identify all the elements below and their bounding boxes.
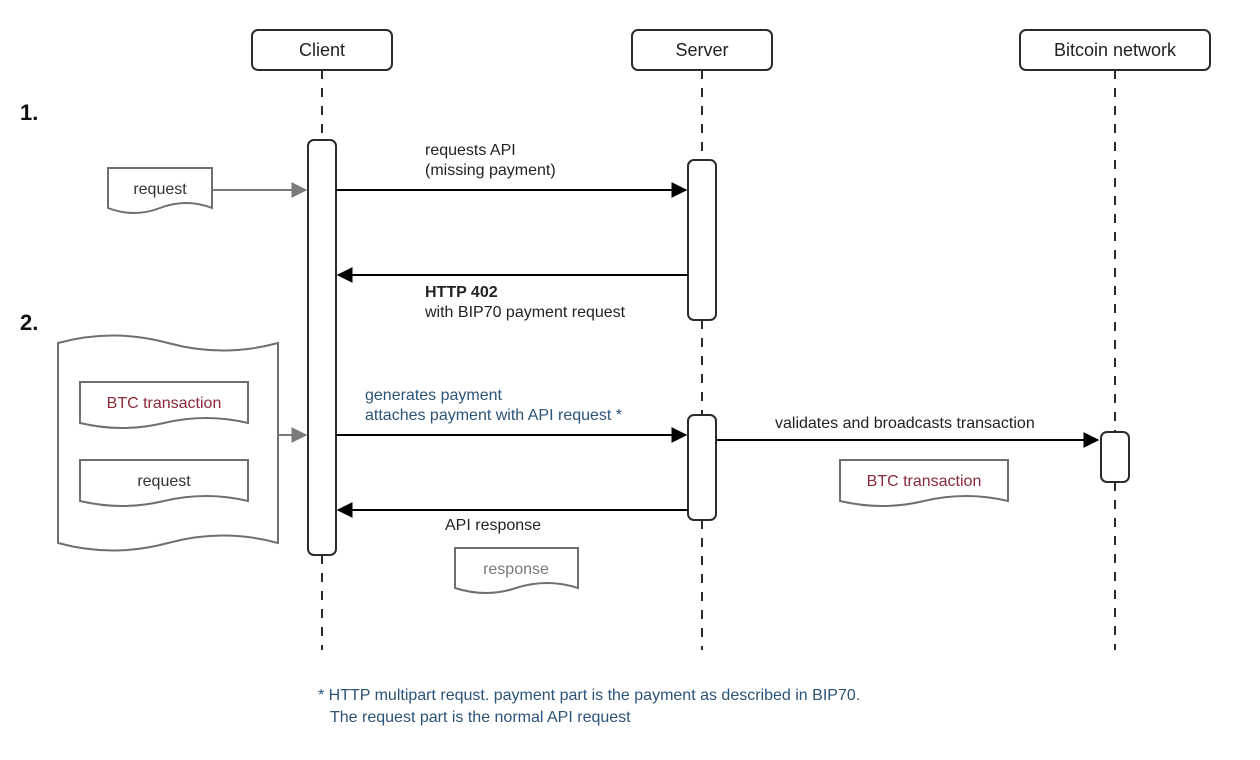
note-btc-tx-server: BTC transaction — [840, 460, 1008, 506]
msg-1-line2: (missing payment) — [425, 162, 556, 179]
note-request-1: request — [108, 168, 212, 213]
msg-5-label: validates and broadcasts transaction — [775, 415, 1035, 432]
note-step2-wrapper: BTC transaction request — [58, 336, 278, 551]
note-response: response — [455, 548, 578, 593]
participant-server: Server — [632, 30, 772, 160]
step-2-label: 2. — [20, 310, 38, 335]
msg-4-label: API response — [445, 517, 541, 534]
footnote-line1: * HTTP multipart requst. payment part is… — [318, 687, 860, 704]
msg-2-line1: HTTP 402 — [425, 284, 498, 301]
participant-server-label: Server — [675, 40, 728, 60]
step-1-label: 1. — [20, 100, 38, 125]
network-activation — [1101, 432, 1129, 482]
note-btc-tx-client-label: BTC transaction — [107, 395, 222, 412]
footnote-line2: The request part is the normal API reque… — [330, 709, 631, 726]
participant-network: Bitcoin network — [1020, 30, 1210, 432]
server-activation-1 — [688, 160, 716, 320]
participant-client: Client — [252, 30, 392, 140]
note-request-1-label: request — [133, 181, 187, 198]
msg-1-line1: requests API — [425, 142, 516, 159]
client-activation — [308, 140, 336, 555]
server-activation-2 — [688, 415, 716, 520]
note-request-2-label: request — [137, 473, 191, 490]
msg-3-line2: attaches payment with API request * — [365, 407, 622, 424]
sequence-diagram: Client Server Bitcoin network 1. 2. requ… — [0, 0, 1260, 760]
note-response-label: response — [483, 561, 549, 578]
note-btc-tx-server-label: BTC transaction — [867, 473, 982, 490]
participant-client-label: Client — [299, 40, 345, 60]
msg-2-line2: with BIP70 payment request — [424, 304, 626, 321]
msg-3-line1: generates payment — [365, 387, 503, 404]
participant-network-label: Bitcoin network — [1054, 40, 1177, 60]
